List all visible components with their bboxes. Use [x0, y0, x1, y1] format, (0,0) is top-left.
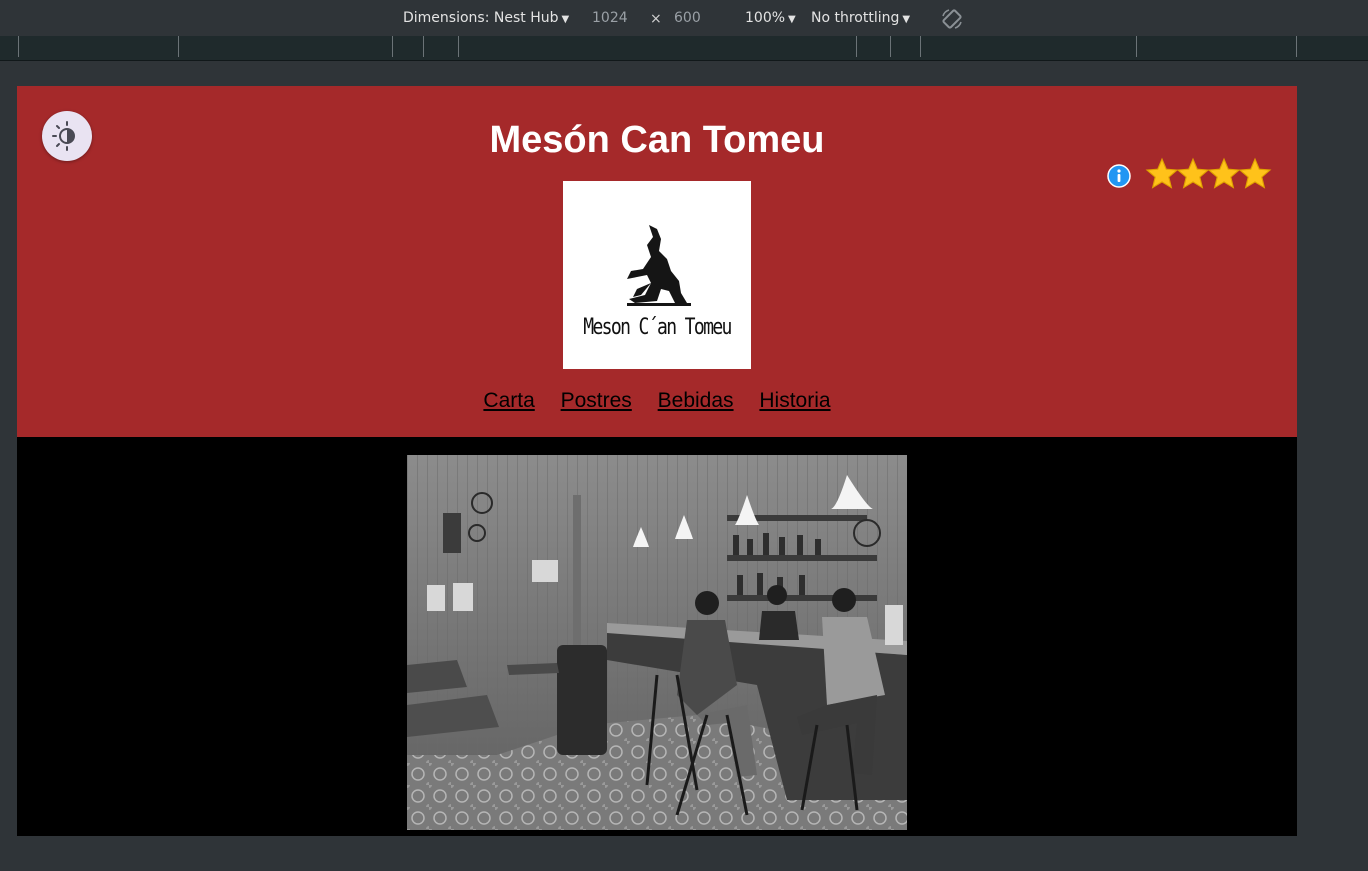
caret-down-icon: ▼ [902, 14, 911, 25]
nav-link-postres[interactable]: Postres [561, 389, 632, 412]
ruler-tick [856, 36, 857, 57]
rotate-icon[interactable] [940, 7, 964, 31]
site-header: Mesón Can Tomeu Meson C´an Tomeu Carta P… [17, 86, 1297, 437]
zoom-dropdown[interactable]: 100% ▼ [745, 10, 796, 26]
device-toolbar: Dimensions: Nest Hub ▼ 1024 × 600 100% ▼ N… [0, 0, 1368, 37]
nav-link-bebidas[interactable]: Bebidas [658, 389, 734, 412]
info-icon[interactable] [1107, 164, 1131, 188]
height-input[interactable]: 600 [674, 10, 701, 26]
throttling-label: No throttling [811, 10, 900, 26]
caret-down-icon: ▼ [561, 14, 570, 25]
zoom-label: 100% [745, 10, 786, 26]
restaurant-interior-photo [407, 455, 907, 830]
width-input[interactable]: 1024 [592, 10, 628, 26]
ruler-tick [890, 36, 891, 57]
emulated-viewport: Mesón Can Tomeu Meson C´an Tomeu Carta P… [17, 86, 1297, 836]
star-icon [1207, 157, 1241, 189]
star-icon [1238, 157, 1272, 189]
nav-link-carta[interactable]: Carta [483, 389, 534, 412]
ruler-tick [392, 36, 393, 57]
star-icon [1145, 157, 1179, 189]
ruler-tick [920, 36, 921, 57]
logo-text: Meson C´an Tomeu [583, 315, 732, 340]
nav-link-historia[interactable]: Historia [759, 389, 830, 412]
site-title: Mesón Can Tomeu [489, 119, 825, 161]
dimensions-dropdown[interactable]: Dimensions: Nest Hub ▼ [403, 10, 569, 26]
caret-down-icon: ▼ [788, 14, 796, 25]
dimensions-label: Dimensions: Nest Hub [403, 10, 559, 26]
media-query-ruler [0, 36, 1368, 61]
ruler-tick [458, 36, 459, 57]
logo: Meson C´an Tomeu [563, 181, 751, 369]
star-icon [1176, 157, 1210, 189]
ruler-tick [423, 36, 424, 57]
main-nav: Carta Postres Bebidas Historia [17, 389, 1297, 413]
ruler-tick [178, 36, 179, 57]
dimension-separator: × [650, 11, 662, 27]
ruler-tick [18, 36, 19, 57]
throttling-dropdown[interactable]: No throttling ▼ [811, 10, 910, 26]
ruler-tick [1296, 36, 1297, 57]
ruler-tick [1136, 36, 1137, 57]
bull-rider-logo-icon [627, 225, 691, 306]
